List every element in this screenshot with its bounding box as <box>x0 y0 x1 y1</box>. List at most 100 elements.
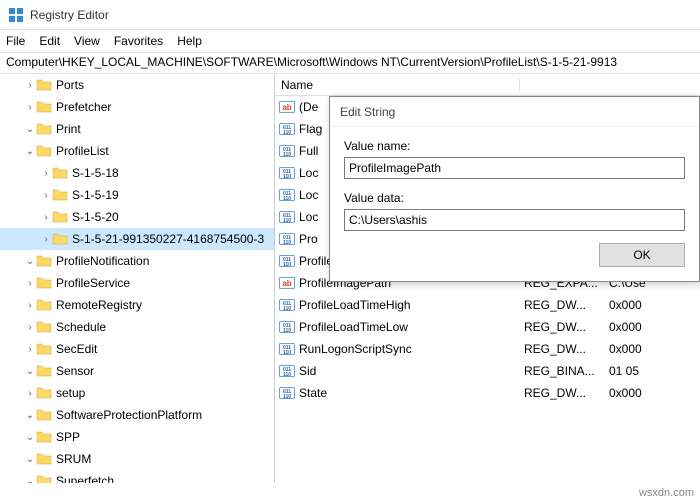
tree-item[interactable]: ⌄SRUM <box>0 448 274 470</box>
tree-item-label: Superfetch <box>56 474 114 483</box>
chevron-down-icon[interactable]: ⌄ <box>24 146 36 157</box>
reg-binary-icon <box>279 341 295 357</box>
list-row[interactable]: ProfileLoadTimeLowREG_DW...0x000 <box>275 316 700 338</box>
titlebar: Registry Editor <box>0 0 700 30</box>
tree-item[interactable]: ⌄ Print <box>0 118 274 140</box>
value-data-input[interactable] <box>344 209 685 231</box>
chevron-right-icon[interactable]: › <box>40 168 52 179</box>
address-bar[interactable]: Computer\HKEY_LOCAL_MACHINE\SOFTWARE\Mic… <box>0 52 700 74</box>
value-name: Pro <box>299 232 318 246</box>
chevron-down-icon[interactable]: ⌄ <box>24 366 36 377</box>
tree-item[interactable]: › S-1-5-19 <box>0 184 274 206</box>
reg-string-icon <box>279 275 295 291</box>
chevron-right-icon[interactable]: › <box>40 212 52 223</box>
folder-icon <box>36 77 52 93</box>
reg-binary-icon <box>279 231 295 247</box>
app-icon <box>8 7 24 23</box>
value-name: Flag <box>299 122 322 136</box>
chevron-right-icon[interactable]: › <box>24 80 36 91</box>
tree-item-label: S-1-5-19 <box>72 188 119 202</box>
menu-view[interactable]: View <box>74 34 100 48</box>
tree-item-label: S-1-5-20 <box>72 210 119 224</box>
value-name: Loc <box>299 188 318 202</box>
folder-icon <box>36 363 52 379</box>
tree-item-label: S-1-5-18 <box>72 166 119 180</box>
value-data: 0x000 <box>605 320 700 334</box>
value-name: Full <box>299 144 318 158</box>
value-type: REG_DW... <box>520 342 605 356</box>
tree-item[interactable]: ⌄Sensor <box>0 360 274 382</box>
chevron-down-icon[interactable]: ⌄ <box>24 124 36 135</box>
menu-favorites[interactable]: Favorites <box>114 34 163 48</box>
edit-string-dialog: Edit String Value name: Value data: OK <box>329 96 700 282</box>
value-data: 0x000 <box>605 386 700 400</box>
tree-item[interactable]: ⌄ProfileNotification <box>0 250 274 272</box>
tree-item[interactable]: › RemoteRegistry <box>0 294 274 316</box>
tree-item[interactable]: › Ports <box>0 74 274 96</box>
chevron-right-icon[interactable]: › <box>24 322 36 333</box>
tree-panel[interactable]: ›Ports›Prefetcher⌄Print⌄ProfileList›S-1-… <box>0 74 275 483</box>
folder-icon <box>36 407 52 423</box>
tree-item[interactable]: › setup <box>0 382 274 404</box>
column-name[interactable]: Name <box>275 78 520 92</box>
tree-item[interactable]: ⌄SoftwareProtectionPlatform <box>0 404 274 426</box>
folder-icon <box>36 385 52 401</box>
chevron-right-icon[interactable]: › <box>24 278 36 289</box>
chevron-right-icon[interactable]: › <box>24 344 36 355</box>
folder-icon <box>36 297 52 313</box>
tree-item-label: Print <box>56 122 81 136</box>
list-row[interactable]: StateREG_DW...0x000 <box>275 382 700 404</box>
menu-help[interactable]: Help <box>177 34 202 48</box>
menu-edit[interactable]: Edit <box>39 34 60 48</box>
folder-icon <box>36 253 52 269</box>
tree-item[interactable]: ›SecEdit <box>0 338 274 360</box>
tree-item-label: setup <box>56 386 85 400</box>
tree-item[interactable]: › Prefetcher <box>0 96 274 118</box>
tree-item-label: ProfileList <box>56 144 109 158</box>
value-name: State <box>299 386 327 400</box>
value-type: REG_BINA... <box>520 364 605 378</box>
folder-icon <box>36 121 52 137</box>
tree-item[interactable]: › S-1-5-18 <box>0 162 274 184</box>
chevron-right-icon[interactable]: › <box>40 234 52 245</box>
chevron-right-icon[interactable]: › <box>24 102 36 113</box>
tree-item-label: Ports <box>56 78 84 92</box>
reg-binary-icon <box>279 143 295 159</box>
reg-binary-icon <box>279 253 295 269</box>
tree-item[interactable]: ›S-1-5-21-991350227-4168754500-3 <box>0 228 274 250</box>
value-type: REG_DW... <box>520 298 605 312</box>
tree-item[interactable]: ›ProfileService <box>0 272 274 294</box>
tree-item[interactable]: › S-1-5-20 <box>0 206 274 228</box>
reg-binary-icon <box>279 165 295 181</box>
folder-icon <box>52 209 68 225</box>
chevron-right-icon[interactable]: › <box>24 388 36 399</box>
ok-button[interactable]: OK <box>599 243 685 267</box>
value-name-input[interactable] <box>344 157 685 179</box>
tree-item[interactable]: ⌄SPP <box>0 426 274 448</box>
reg-binary-icon <box>279 209 295 225</box>
chevron-right-icon[interactable]: › <box>40 190 52 201</box>
tree-item-label: Prefetcher <box>56 100 111 114</box>
chevron-down-icon[interactable]: ⌄ <box>24 256 36 267</box>
chevron-down-icon[interactable]: ⌄ <box>24 432 36 443</box>
value-name: (De <box>299 100 318 114</box>
folder-icon <box>52 231 68 247</box>
tree-item-label: RemoteRegistry <box>56 298 142 312</box>
list-row[interactable]: RunLogonScriptSyncREG_DW...0x000 <box>275 338 700 360</box>
chevron-down-icon[interactable]: ⌄ <box>24 476 36 484</box>
tree-item[interactable]: ⌄ ProfileList <box>0 140 274 162</box>
window-title: Registry Editor <box>30 8 109 22</box>
tree-item[interactable]: ›Schedule <box>0 316 274 338</box>
chevron-down-icon[interactable]: ⌄ <box>24 454 36 465</box>
list-row[interactable]: SidREG_BINA...01 05 <box>275 360 700 382</box>
chevron-right-icon[interactable]: › <box>24 300 36 311</box>
chevron-down-icon[interactable]: ⌄ <box>24 410 36 421</box>
list-row[interactable]: ProfileLoadTimeHighREG_DW...0x000 <box>275 294 700 316</box>
reg-binary-icon <box>279 121 295 137</box>
menu-file[interactable]: File <box>6 34 25 48</box>
reg-binary-icon <box>279 187 295 203</box>
tree-item[interactable]: ⌄ Superfetch <box>0 470 274 483</box>
value-name: ProfileLoadTimeLow <box>299 320 408 334</box>
value-name-label: Value name: <box>344 139 685 153</box>
value-data: 0x000 <box>605 298 700 312</box>
